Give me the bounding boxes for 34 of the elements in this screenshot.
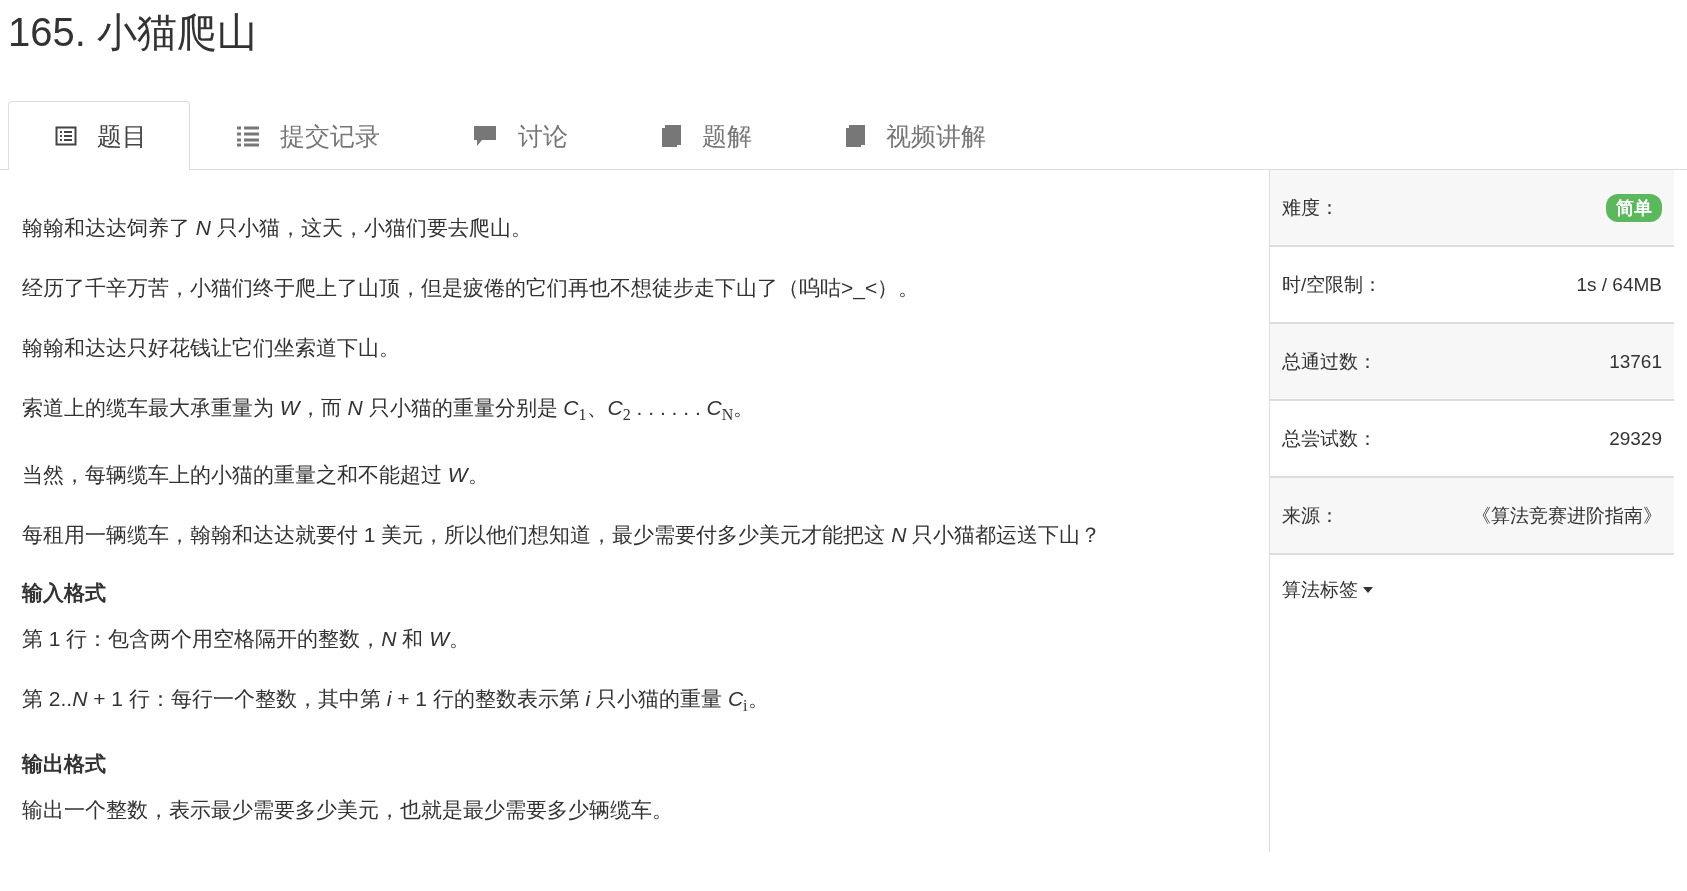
tab[interactable]: 视频讲解 bbox=[798, 101, 1032, 170]
section-heading: 输出格式 bbox=[22, 751, 107, 778]
paragraph: 翰翰和达达饲养了 N 只小猫，这天，小猫们要去爬山。 bbox=[22, 215, 533, 241]
paragraph: 经历了千辛万苦，小猫们终于爬上了山顶，但是疲倦的它们再也不想徒步走下山了（呜咕>_<）。 bbox=[22, 275, 921, 302]
caret-icon bbox=[1362, 586, 1374, 594]
tab[interactable]: 讨论 bbox=[426, 101, 614, 170]
problem-title: 165. 小猫爬山 bbox=[7, 9, 258, 56]
info-value: 13761 bbox=[1609, 350, 1662, 373]
document-list-icon bbox=[55, 125, 77, 147]
book-icon bbox=[844, 124, 866, 148]
book-icon bbox=[660, 124, 682, 148]
info-value: 《算法竞赛进阶指南》 bbox=[1472, 503, 1662, 528]
section-heading: 输入格式 bbox=[22, 580, 107, 607]
tab[interactable]: 提交记录 bbox=[190, 101, 426, 170]
info-value: 1s / 64MB bbox=[1576, 273, 1662, 296]
info-value: 29329 bbox=[1609, 427, 1662, 450]
paragraph: 索道上的缆车最大承重量为 W，而 N 只小猫的重量分别是 C$_{1}$、C$_{2}$ . . . . . . C$_{N}$。 bbox=[22, 395, 756, 426]
paragraph: 当然，每辆缆车上的小猫的重量之和不能超过 W。 bbox=[22, 462, 490, 489]
paragraph: 翰翰和达达只好花钱让它们坐索道下山。 bbox=[22, 335, 401, 361]
tab[interactable]: 题目 bbox=[8, 101, 190, 170]
paragraph: 每租用一辆缆车，翰翰和达达就要付 1 美元，所以他们想知道，最少需要付多少美元才能把这 N 只小猫都运送下山？ bbox=[22, 522, 1103, 549]
tab[interactable]: 题解 bbox=[614, 101, 798, 170]
info-label: 来源： bbox=[1282, 503, 1339, 528]
paragraph: 第 1 行：包含两个用空格隔开的整数，N 和 W。 bbox=[22, 626, 472, 653]
info-label: 难度： bbox=[1282, 195, 1339, 220]
paragraph: 第 2..N + 1 行：每行一个整数，其中第 i + 1 行的整数表示第 i 只小猫的重量 C$_{i}$。 bbox=[22, 686, 770, 717]
info-label: 时/空限制： bbox=[1282, 272, 1383, 297]
difficulty-badge: 简单 bbox=[1606, 193, 1662, 222]
info-label: 总尝试数： bbox=[1282, 426, 1377, 451]
speech-bubble-icon bbox=[472, 124, 498, 148]
list-icon bbox=[236, 125, 260, 147]
info-label: 总通过数： bbox=[1282, 349, 1377, 374]
paragraph: 输出一个整数，表示最少需要多少美元，也就是最少需要多少辆缆车。 bbox=[22, 797, 674, 824]
tags-dropdown[interactable]: 算法标签 bbox=[1282, 577, 1374, 603]
